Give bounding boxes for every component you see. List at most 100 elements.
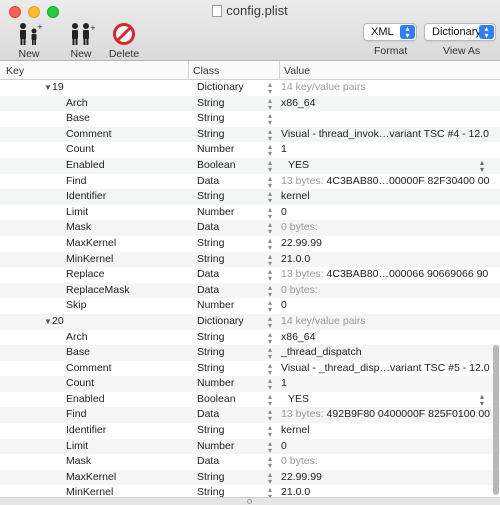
row-class[interactable]: Boolean	[197, 392, 236, 408]
class-stepper-icon[interactable]: ▴ ▾	[268, 80, 272, 96]
scrollbar-thumb[interactable]	[493, 345, 499, 495]
row-value[interactable]: Visual - thread_invok…variant TSC #4 - 1…	[281, 127, 489, 143]
row-class[interactable]: Number	[197, 205, 234, 221]
row-key[interactable]: Count	[66, 142, 94, 158]
row-class[interactable]: Dictionary	[197, 314, 244, 330]
table-row[interactable]: Enabled Boolean ▴ ▾ YES ▴ ▾	[0, 157, 500, 174]
class-stepper-icon[interactable]: ▴ ▾	[268, 96, 272, 111]
row-key[interactable]: Mask	[66, 220, 91, 236]
row-class[interactable]: Boolean	[197, 158, 236, 174]
class-stepper-icon[interactable]: ▴ ▾	[268, 298, 272, 314]
plist-outline[interactable]: ▼ 19 Dictionary ▴ ▾ 14 key/value pairs Arch Str…	[0, 80, 500, 497]
row-key[interactable]: Identifier	[66, 189, 106, 205]
row-key[interactable]: Limit	[66, 205, 88, 221]
table-row[interactable]: Arch String ▴ ▾ x86_64	[0, 330, 500, 346]
class-stepper-icon[interactable]: ▴ ▾	[268, 174, 272, 189]
table-row[interactable]: Count Number ▴ ▾ 1	[0, 376, 500, 392]
row-key[interactable]: Arch	[66, 330, 88, 346]
view-as-select[interactable]: Dictionary ▴ ▾	[424, 23, 496, 41]
column-divider[interactable]	[279, 61, 280, 80]
row-value[interactable]: 13 bytes: 4C3BAB80…000066 90669066 90	[281, 267, 488, 283]
row-class[interactable]: String	[197, 236, 224, 252]
class-stepper-icon[interactable]: ▴ ▾	[268, 407, 272, 423]
class-stepper-icon[interactable]: ▴ ▾	[268, 439, 272, 454]
row-class[interactable]: Data	[197, 454, 219, 470]
table-row[interactable]: MaxKernel String ▴ ▾ 22.99.99	[0, 469, 500, 486]
row-value[interactable]: 0 bytes:	[281, 283, 318, 299]
class-stepper-icon[interactable]: ▴ ▾	[268, 454, 272, 470]
row-key[interactable]: Enabled	[66, 158, 105, 174]
class-stepper-icon[interactable]: ▴ ▾	[268, 252, 272, 267]
row-key[interactable]: Identifier	[66, 423, 106, 439]
row-key[interactable]: Limit	[66, 439, 88, 455]
delete-button[interactable]: Delete	[108, 22, 140, 60]
row-key[interactable]: MinKernel	[66, 485, 113, 497]
disclosure-triangle-icon[interactable]: ▼	[44, 314, 52, 330]
row-class[interactable]: Number	[197, 142, 234, 158]
table-row[interactable]: Limit Number ▴ ▾ 0	[0, 205, 500, 221]
row-value[interactable]: 21.0.0	[281, 485, 310, 497]
row-class[interactable]: Dictionary	[197, 80, 244, 96]
table-row[interactable]: Arch String ▴ ▾ x86_64	[0, 95, 500, 112]
boolean-popup-icon[interactable]: ▴ ▾	[480, 158, 484, 173]
row-class[interactable]: Number	[197, 298, 234, 314]
table-row[interactable]: Limit Number ▴ ▾ 0	[0, 438, 500, 455]
table-row[interactable]: Base String ▴ ▾	[0, 111, 500, 127]
class-stepper-icon[interactable]: ▴ ▾	[268, 111, 272, 127]
row-key[interactable]: Base	[66, 111, 90, 127]
table-row[interactable]: Comment String ▴ ▾ Visual - thread_invok…var…	[0, 126, 500, 143]
row-value[interactable]: 21.0.0	[281, 252, 310, 268]
table-row[interactable]: MinKernel String ▴ ▾ 21.0.0	[0, 251, 500, 268]
table-row[interactable]: Identifier String ▴ ▾ kernel	[0, 189, 500, 205]
dictionary-row[interactable]: ▼ 19 Dictionary ▴ ▾ 14 key/value pairs	[0, 80, 500, 96]
row-class[interactable]: String	[197, 470, 224, 486]
column-header-key[interactable]: Key	[6, 65, 24, 77]
column-header-value[interactable]: Value	[284, 65, 310, 77]
class-stepper-icon[interactable]: ▴ ▾	[268, 423, 272, 439]
boolean-popup-icon[interactable]: ▴ ▾	[480, 392, 484, 407]
row-key[interactable]: Mask	[66, 454, 91, 470]
format-select[interactable]: XML ▴ ▾	[363, 23, 417, 41]
row-key[interactable]: 20	[52, 314, 64, 330]
row-value[interactable]: 0	[281, 298, 287, 314]
row-class[interactable]: String	[197, 111, 224, 127]
row-value[interactable]: 22.99.99	[281, 236, 322, 252]
row-value[interactable]: 1	[281, 376, 287, 392]
table-row[interactable]: ReplaceMask Data ▴ ▾ 0 bytes:	[0, 282, 500, 299]
table-row[interactable]: Enabled Boolean ▴ ▾ YES ▴ ▾	[0, 392, 500, 408]
row-class[interactable]: String	[197, 189, 224, 205]
class-stepper-icon[interactable]: ▴ ▾	[268, 158, 272, 173]
column-header-class[interactable]: Class	[193, 65, 219, 77]
table-row[interactable]: Identifier String ▴ ▾ kernel	[0, 423, 500, 439]
row-class[interactable]: Data	[197, 283, 219, 299]
row-key[interactable]: Enabled	[66, 392, 105, 408]
class-stepper-icon[interactable]: ▴ ▾	[268, 314, 272, 329]
row-class[interactable]: Data	[197, 174, 219, 190]
row-key[interactable]: Arch	[66, 96, 88, 112]
row-value[interactable]: YES	[288, 392, 309, 408]
row-key[interactable]: MinKernel	[66, 252, 113, 268]
row-value[interactable]: 1	[281, 142, 287, 158]
row-value[interactable]: 0	[281, 205, 287, 221]
class-stepper-icon[interactable]: ▴ ▾	[268, 345, 272, 361]
column-divider[interactable]	[188, 61, 189, 80]
row-key[interactable]: 19	[52, 80, 64, 96]
row-value[interactable]: 0	[281, 439, 287, 455]
table-row[interactable]: MinKernel String ▴ ▾ 21.0.0	[0, 485, 500, 497]
row-value[interactable]: 14 key/value pairs	[281, 314, 366, 330]
table-row[interactable]: Replace Data ▴ ▾ 13 bytes: 4C3BAB80…000066 9…	[0, 267, 500, 283]
row-value[interactable]: Visual - _thread_disp…variant TSC #5 - 1…	[281, 361, 490, 377]
row-key[interactable]: Skip	[66, 298, 86, 314]
row-key[interactable]: Find	[66, 174, 86, 190]
row-class[interactable]: Data	[197, 407, 219, 423]
row-class[interactable]: Data	[197, 220, 219, 236]
row-class[interactable]: String	[197, 96, 224, 112]
table-row[interactable]: Find Data ▴ ▾ 13 bytes: 4C3BAB80…00000F 82F3…	[0, 174, 500, 190]
class-stepper-icon[interactable]: ▴ ▾	[268, 361, 272, 376]
row-key[interactable]: Replace	[66, 267, 105, 283]
row-value[interactable]: YES	[288, 158, 309, 174]
row-class[interactable]: Number	[197, 376, 234, 392]
row-value[interactable]: _thread_dispatch	[281, 345, 362, 361]
row-class[interactable]: String	[197, 423, 224, 439]
row-class[interactable]: String	[197, 330, 224, 346]
